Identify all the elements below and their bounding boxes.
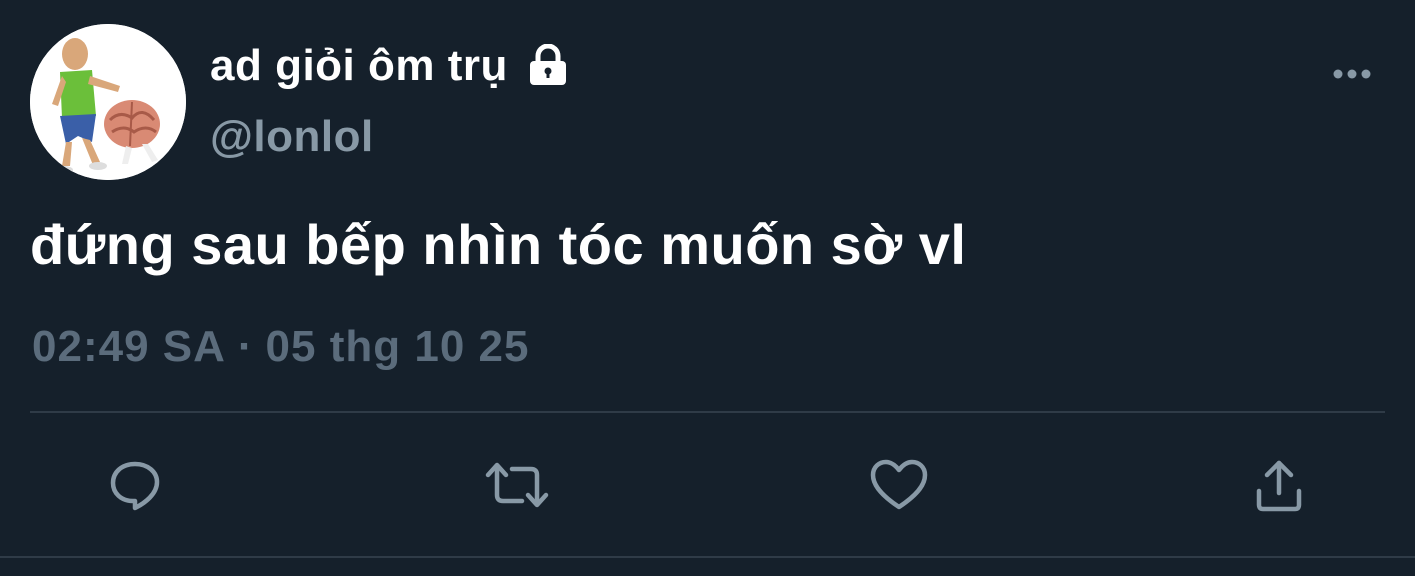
more-horizontal-icon bbox=[1333, 69, 1371, 79]
more-options-button[interactable] bbox=[1320, 54, 1384, 94]
tweet-date[interactable]: 05 thg 10 25 bbox=[266, 322, 530, 372]
tweet-card: ad giỏi ôm trụ @lonlol đứng sau bếp nhìn… bbox=[0, 0, 1415, 576]
tweet-time[interactable]: 02:49 SA bbox=[32, 322, 226, 372]
timestamp-separator: · bbox=[237, 322, 254, 371]
avatar-image bbox=[30, 24, 186, 180]
divider bbox=[0, 556, 1415, 558]
display-name-row: ad giỏi ôm trụ bbox=[210, 38, 570, 94]
lock-icon bbox=[526, 43, 570, 88]
heart-icon bbox=[870, 459, 928, 510]
reply-icon bbox=[110, 461, 160, 511]
timestamp-row: 02:49 SA · 05 thg 10 25 bbox=[32, 322, 529, 372]
avatar[interactable] bbox=[30, 24, 186, 180]
reply-button[interactable] bbox=[100, 450, 170, 520]
like-button[interactable] bbox=[864, 450, 934, 520]
share-button[interactable] bbox=[1244, 450, 1314, 520]
share-icon bbox=[1256, 460, 1302, 512]
action-bar bbox=[0, 450, 1415, 520]
display-name[interactable]: ad giỏi ôm trụ bbox=[210, 41, 508, 91]
retweet-icon bbox=[485, 462, 549, 508]
user-handle[interactable]: @lonlol bbox=[210, 112, 374, 162]
tweet-text: đứng sau bếp nhìn tóc muốn sờ vl bbox=[30, 213, 967, 276]
retweet-button[interactable] bbox=[482, 450, 552, 520]
divider bbox=[30, 411, 1385, 413]
